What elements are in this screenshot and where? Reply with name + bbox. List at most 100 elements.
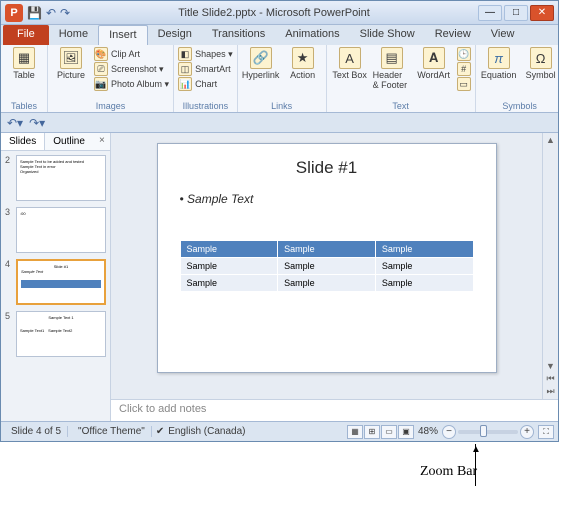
wordart-button[interactable]: 𝐀WordArt	[415, 47, 453, 80]
action-button[interactable]: ★Action	[284, 47, 322, 80]
slide-bullet[interactable]: • Sample Text	[180, 192, 474, 206]
thumbnail-2[interactable]: 2 Sample Text to be added and testedSamp…	[5, 155, 106, 201]
file-tab[interactable]: File	[3, 25, 49, 45]
zoom-percent[interactable]: 48%	[418, 426, 438, 437]
app-window: P 💾 ↶ ↷ Title Slide2.pptx - Microsoft Po…	[0, 0, 559, 442]
table-icon: ▦	[13, 47, 35, 69]
screenshot-button[interactable]: ⎚Screenshot ▾	[94, 62, 169, 76]
headerfooter-button[interactable]: ▤Header & Footer	[373, 47, 411, 90]
view-buttons: ▦ ⊞ ▭ ▣	[347, 425, 414, 439]
shapes-icon: ◧	[178, 47, 192, 61]
textbox-button[interactable]: AText Box	[331, 47, 369, 80]
normal-view-button[interactable]: ▦	[347, 425, 363, 439]
thumbnail-list[interactable]: 2 Sample Text to be added and testedSamp…	[1, 151, 110, 421]
symbol-button[interactable]: ΩSymbol	[522, 47, 560, 80]
thumbnail-5[interactable]: 5 Sample Text 1Sample Text1Sample Text2	[5, 311, 106, 357]
thumbnail-4[interactable]: 4 Slide #1Sample Text	[5, 259, 106, 305]
action-icon: ★	[292, 47, 314, 69]
status-theme: "Office Theme"	[72, 426, 152, 437]
spellcheck-icon[interactable]: ✔	[156, 426, 164, 437]
close-button[interactable]: ✕	[530, 5, 554, 21]
edit-area: Slide #1 • Sample Text SampleSampleSampl…	[111, 133, 558, 421]
minimize-button[interactable]: —	[478, 5, 502, 21]
slide-canvas[interactable]: Slide #1 • Sample Text SampleSampleSampl…	[111, 133, 542, 399]
group-illustrations: ◧Shapes ▾ ◫SmartArt 📊Chart Illustrations	[174, 45, 238, 112]
tab-view[interactable]: View	[481, 25, 525, 45]
work-area: Slides Outline × 2 Sample Text to be add…	[1, 133, 558, 421]
zoom-bar: − +	[442, 425, 534, 439]
maximize-button[interactable]: □	[504, 5, 528, 21]
photoalbum-button[interactable]: 📷Photo Album ▾	[94, 77, 169, 91]
qat-redo-icon[interactable]: ↷	[60, 6, 70, 20]
thumbtab-slides[interactable]: Slides	[1, 133, 45, 150]
vertical-scrollbar[interactable]: ▲ ▼ ⏮ ⏭	[542, 133, 558, 399]
slide-table[interactable]: SampleSampleSample SampleSampleSample Sa…	[180, 240, 474, 292]
scroll-down-icon[interactable]: ▼	[546, 361, 555, 371]
secondary-qat: ↶▾ ↷▾	[1, 113, 558, 133]
scroll-up-icon[interactable]: ▲	[546, 135, 555, 145]
quick-access-toolbar: 💾 ↶ ↷	[27, 6, 70, 20]
window-title: Title Slide2.pptx - Microsoft PowerPoint	[70, 7, 478, 19]
fit-to-window-button[interactable]: ⛶	[538, 425, 554, 439]
datetime-icon: 🕒	[457, 47, 471, 61]
tab-transitions[interactable]: Transitions	[202, 25, 275, 45]
slideshow-view-button[interactable]: ▣	[398, 425, 414, 439]
zoom-out-button[interactable]: −	[442, 425, 456, 439]
qat2-redo-icon[interactable]: ↷▾	[29, 116, 45, 130]
clipart-button[interactable]: 🎨Clip Art	[94, 47, 169, 61]
datetime-button[interactable]: 🕒	[457, 47, 471, 61]
screenshot-icon: ⎚	[94, 62, 108, 76]
table-button[interactable]: ▦Table	[5, 47, 43, 80]
notes-pane[interactable]: Click to add notes	[111, 399, 558, 421]
slidenum-icon: #	[457, 62, 471, 76]
app-icon: P	[5, 4, 23, 22]
tab-home[interactable]: Home	[49, 25, 98, 45]
chart-button[interactable]: 📊Chart	[178, 77, 233, 91]
group-text: AText Box ▤Header & Footer 𝐀WordArt 🕒 # …	[327, 45, 476, 112]
sorter-view-button[interactable]: ⊞	[364, 425, 380, 439]
smartart-button[interactable]: ◫SmartArt	[178, 62, 233, 76]
next-slide-icon[interactable]: ⏭	[546, 386, 554, 397]
shapes-button[interactable]: ◧Shapes ▾	[178, 47, 233, 61]
status-bar: Slide 4 of 5 "Office Theme" ✔ English (C…	[1, 421, 558, 441]
group-tables: ▦Table Tables	[1, 45, 48, 112]
zoom-in-button[interactable]: +	[520, 425, 534, 439]
slidenum-button[interactable]: #	[457, 62, 471, 76]
qat2-undo-icon[interactable]: ↶▾	[7, 116, 23, 130]
zoom-slider[interactable]	[458, 430, 518, 434]
thumbtab-outline[interactable]: Outline	[45, 133, 93, 150]
chart-icon: 📊	[178, 77, 192, 91]
picture-button[interactable]: 🖼Picture	[52, 47, 90, 80]
thumbnail-pane: Slides Outline × 2 Sample Text to be add…	[1, 133, 111, 421]
thumbpane-close-icon[interactable]: ×	[93, 133, 111, 150]
prev-slide-icon[interactable]: ⏮	[546, 373, 554, 384]
tab-design[interactable]: Design	[148, 25, 202, 45]
clipart-icon: 🎨	[94, 47, 108, 61]
textbox-icon: A	[339, 47, 361, 69]
symbol-icon: Ω	[530, 47, 552, 69]
qat-save-icon[interactable]: 💾	[27, 6, 42, 20]
qat-undo-icon[interactable]: ↶	[46, 6, 56, 20]
group-links: 🔗Hyperlink ★Action Links	[238, 45, 327, 112]
group-images: 🖼Picture 🎨Clip Art ⎚Screenshot ▾ 📷Photo …	[48, 45, 174, 112]
equation-button[interactable]: πEquation	[480, 47, 518, 80]
annotation-label: Zoom Bar	[420, 464, 477, 480]
zoom-thumb[interactable]	[480, 425, 487, 437]
current-slide[interactable]: Slide #1 • Sample Text SampleSampleSampl…	[157, 143, 497, 373]
reading-view-button[interactable]: ▭	[381, 425, 397, 439]
ribbon: ▦Table Tables 🖼Picture 🎨Clip Art ⎚Screen…	[1, 45, 558, 113]
wordart-icon: 𝐀	[423, 47, 445, 69]
ribbon-tabs: File Home Insert Design Transitions Anim…	[1, 25, 558, 45]
tab-review[interactable]: Review	[425, 25, 481, 45]
headerfooter-icon: ▤	[381, 47, 403, 69]
equation-icon: π	[488, 47, 510, 69]
object-button[interactable]: ▭	[457, 77, 471, 91]
tab-insert[interactable]: Insert	[98, 25, 148, 45]
status-language[interactable]: English (Canada)	[168, 426, 245, 437]
tab-slideshow[interactable]: Slide Show	[350, 25, 425, 45]
thumbnail-3[interactable]: 3 :00	[5, 207, 106, 253]
hyperlink-button[interactable]: 🔗Hyperlink	[242, 47, 280, 80]
picture-icon: 🖼	[60, 47, 82, 69]
tab-animations[interactable]: Animations	[275, 25, 349, 45]
slide-title[interactable]: Slide #1	[180, 158, 474, 178]
